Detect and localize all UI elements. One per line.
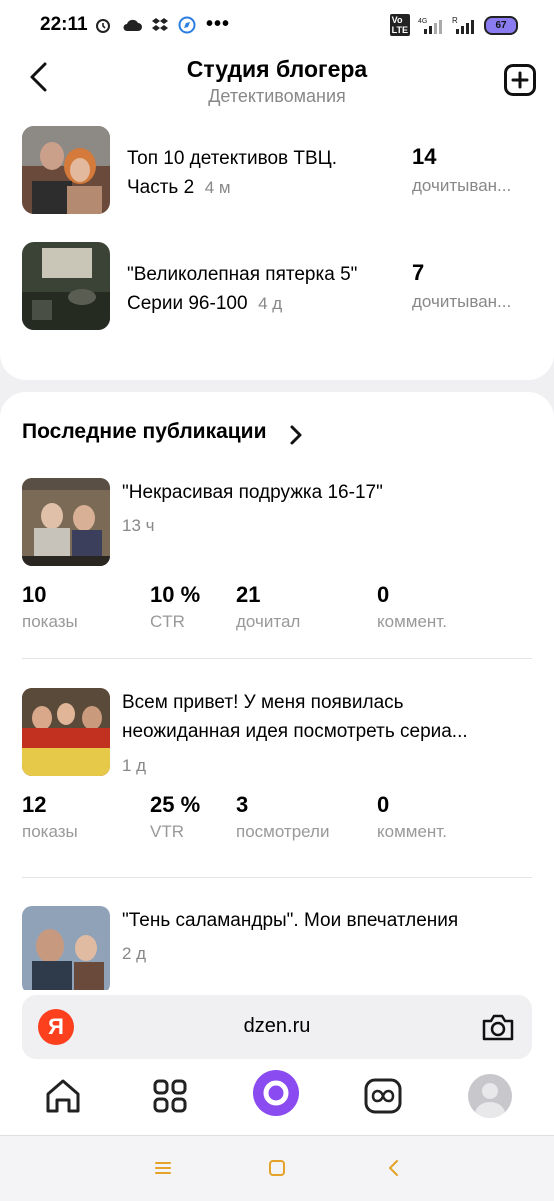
read-count-label: дочитыван... — [412, 292, 512, 311]
svg-text:4G: 4G — [418, 18, 427, 25]
publication-thumbnail — [22, 688, 110, 776]
stat-comments: 0 коммент. — [377, 792, 447, 841]
plus-square-icon — [511, 71, 529, 89]
top-item[interactable]: Топ 10 детективов ТВЦ. Часть 2 4 м 14 до… — [22, 126, 542, 216]
stat-impressions: 12 показы — [22, 792, 78, 841]
status-system-icons: Vo LTE 4G R 67 — [389, 14, 518, 36]
home-square-icon[interactable] — [267, 1158, 287, 1178]
publication-thumbnail — [22, 478, 110, 566]
alice-ring-icon — [263, 1080, 289, 1106]
publication-thumbnail — [22, 906, 110, 990]
system-nav-bar — [0, 1135, 554, 1201]
address-bar[interactable]: Я dzen.ru — [22, 995, 532, 1059]
cloud-icon — [123, 19, 142, 31]
status-time: 22:11 — [40, 14, 88, 35]
page-header: Студия блогера Детективомания — [0, 46, 554, 120]
publication-age: 13 ч — [122, 516, 155, 535]
stat-comments: 0 коммент. — [377, 582, 447, 631]
stat-reads: 21 дочитал — [236, 582, 301, 631]
top-publications-card: Топ 10 детективов ТВЦ. Часть 2 4 м 14 до… — [0, 110, 554, 380]
recent-publications-card: Последние публикации "Некрасивая подружк… — [0, 392, 554, 990]
read-count: 7 — [412, 260, 425, 285]
publication-age: 1 д — [122, 756, 147, 775]
back-nav-icon[interactable] — [384, 1158, 404, 1178]
signal-4g-icon: 4G — [418, 18, 442, 34]
volte-icon: Vo LTE — [389, 14, 410, 36]
publication-thumbnail — [22, 126, 110, 214]
publication-title: "Некрасивая подружка 16-17" — [122, 482, 383, 503]
signal-roaming-icon: R — [452, 16, 474, 34]
stat-ctr: 10 % CTR — [150, 582, 201, 631]
browser-bottom-panel: Я dzen.ru — [0, 990, 554, 1135]
apps-grid-icon[interactable] — [148, 1074, 192, 1118]
publication-item[interactable]: Всем привет! У меня появилась неожиданна… — [22, 688, 532, 858]
infinity-icon[interactable] — [361, 1074, 405, 1118]
more-icon: ••• — [206, 13, 231, 35]
compass-icon — [178, 16, 196, 33]
status-bar: 22:11 ••• Vo LTE 4G R 67 — [0, 0, 554, 46]
home-icon[interactable] — [41, 1074, 85, 1118]
svg-text:R: R — [452, 16, 458, 25]
publication-title: "Великолепная пятерка 5" Серии 96-100 4 … — [127, 264, 358, 314]
stat-impressions: 10 показы — [22, 582, 78, 631]
add-publication-button[interactable] — [504, 64, 536, 96]
camera-icon[interactable] — [480, 1011, 516, 1043]
alice-icon[interactable] — [253, 1070, 299, 1116]
publication-title: Топ 10 детективов ТВЦ. Часть 2 4 м — [127, 148, 338, 198]
profile-silhouette-icon — [475, 1083, 505, 1118]
publication-title: Всем привет! У меня появилась неожиданна… — [122, 692, 468, 742]
alarm-icon — [96, 18, 110, 33]
page-title: Студия блогера — [186, 56, 368, 82]
publication-age: 2 д — [122, 944, 147, 963]
read-count-label: дочитыван... — [412, 176, 512, 195]
publication-item[interactable]: "Некрасивая подружка 16-17" 13 ч 10 показ… — [22, 478, 532, 648]
bottom-tab-bar — [0, 1070, 554, 1124]
recent-publications-heading[interactable]: Последние публикации — [22, 420, 266, 444]
avatar-icon[interactable] — [468, 1074, 512, 1118]
divider — [22, 877, 532, 878]
status-notification-icons: ••• — [94, 13, 230, 36]
publication-age: 4 м — [204, 178, 231, 197]
read-count: 14 — [412, 144, 437, 169]
publication-age: 4 д — [258, 294, 283, 313]
top-item[interactable]: "Великолепная пятерка 5" Серии 96-100 4 … — [22, 242, 542, 332]
divider — [22, 658, 532, 659]
page-subtitle: Детективомания — [208, 86, 346, 106]
url-text[interactable]: dzen.ru — [22, 1015, 532, 1038]
publication-item[interactable]: "Тень саламандры". Мои впечатления 2 д — [22, 906, 532, 990]
menu-icon[interactable] — [153, 1158, 173, 1178]
battery-indicator: 67 — [484, 15, 518, 35]
stat-views: 3 посмотрели — [236, 792, 330, 841]
publication-title: "Тень саламандры". Мои впечатления — [122, 910, 459, 931]
publication-thumbnail — [22, 242, 110, 330]
dropbox-icon — [152, 17, 168, 31]
chevron-right-icon[interactable] — [288, 424, 304, 446]
stat-vtr: 25 % VTR — [150, 792, 201, 841]
